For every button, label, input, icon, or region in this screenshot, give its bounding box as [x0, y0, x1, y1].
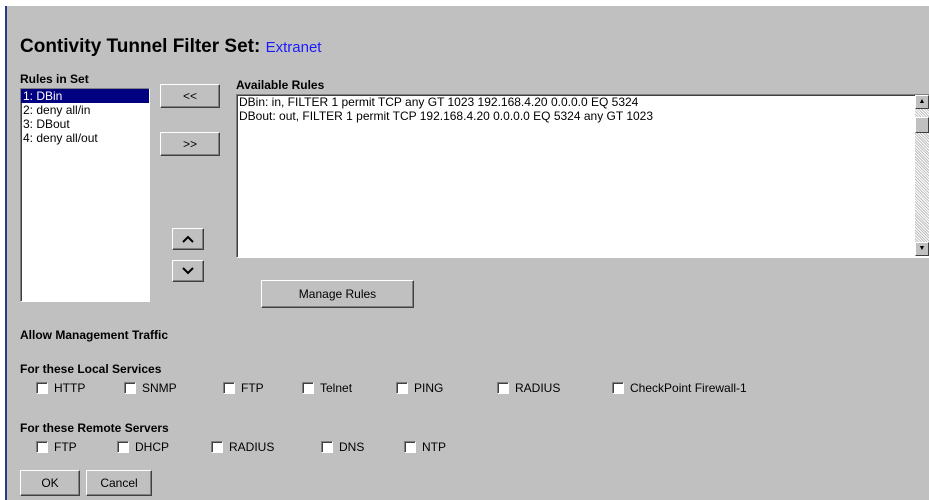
checkbox-label: FTP — [241, 381, 264, 395]
available-rule-item[interactable]: DBin: in, FILTER 1 permit TCP any GT 102… — [237, 95, 929, 109]
remote-servers-heading: For these Remote Servers — [20, 421, 169, 435]
checkbox-box[interactable] — [321, 441, 333, 453]
title-main: Contivity Tunnel Filter Set: — [20, 36, 261, 57]
rules-list-item[interactable]: 3: DBout — [21, 117, 149, 131]
remote-dns-checkbox[interactable]: DNS — [321, 440, 364, 454]
title-filter-set-name: Extranet — [265, 39, 322, 56]
rules-list-item[interactable]: 4: deny all/out — [21, 131, 149, 145]
checkbox-box[interactable] — [497, 382, 509, 394]
checkbox-label: RADIUS — [515, 381, 561, 395]
rules-list-item[interactable]: 1: DBin — [21, 89, 149, 103]
checkbox-box[interactable] — [117, 441, 129, 453]
checkbox-label: HTTP — [54, 381, 86, 395]
cancel-button[interactable]: Cancel — [86, 470, 152, 496]
available-rules-scrollbar[interactable]: ▲ ▼ — [915, 95, 929, 256]
move-down-button[interactable] — [172, 260, 204, 282]
checkbox-box[interactable] — [302, 382, 314, 394]
scroll-up-arrow-icon[interactable]: ▲ — [915, 95, 929, 109]
local-snmp-checkbox[interactable]: SNMP — [124, 381, 177, 395]
available-rule-item[interactable]: DBout: out, FILTER 1 permit TCP 192.168.… — [237, 109, 929, 123]
checkbox-box[interactable] — [211, 441, 223, 453]
allow-management-heading: Allow Management Traffic — [20, 328, 169, 342]
move-up-button[interactable] — [172, 228, 204, 250]
checkbox-box[interactable] — [36, 382, 48, 394]
checkbox-label: SNMP — [142, 381, 177, 395]
available-rules-label: Available Rules — [236, 78, 325, 92]
chevron-up-icon — [182, 235, 194, 243]
checkbox-box[interactable] — [612, 382, 624, 394]
checkbox-label: CheckPoint Firewall-1 — [630, 381, 747, 395]
scroll-down-arrow-icon[interactable]: ▼ — [915, 242, 929, 256]
scroll-thumb[interactable] — [915, 117, 929, 133]
local-ftp-checkbox[interactable]: FTP — [223, 381, 264, 395]
manage-rules-button[interactable]: Manage Rules — [261, 280, 414, 308]
checkbox-label: DHCP — [135, 440, 170, 454]
local-checkpoint-checkbox[interactable]: CheckPoint Firewall-1 — [612, 381, 747, 395]
page-title: Contivity Tunnel Filter Set: Extranet — [20, 36, 321, 58]
local-telnet-checkbox[interactable]: Telnet — [302, 381, 352, 395]
local-ping-checkbox[interactable]: PING — [396, 381, 443, 395]
checkbox-box[interactable] — [404, 441, 416, 453]
checkbox-label: FTP — [54, 440, 77, 454]
rules-list-item[interactable]: 2: deny all/in — [21, 103, 149, 117]
checkbox-box[interactable] — [124, 382, 136, 394]
remote-dhcp-checkbox[interactable]: DHCP — [117, 440, 169, 454]
checkbox-box[interactable] — [36, 441, 48, 453]
rules-in-set-label: Rules in Set — [20, 72, 89, 86]
checkbox-label: NTP — [422, 440, 446, 454]
ok-button[interactable]: OK — [20, 470, 80, 496]
move-right-button[interactable]: >> — [160, 132, 220, 156]
rules-in-set-list[interactable]: 1: DBin 2: deny all/in 3: DBout 4: deny … — [20, 88, 150, 302]
checkbox-box[interactable] — [223, 382, 235, 394]
available-rules-list[interactable]: DBin: in, FILTER 1 permit TCP any GT 102… — [236, 94, 929, 258]
checkbox-label: DNS — [339, 440, 365, 454]
remote-ftp-checkbox[interactable]: FTP — [36, 440, 77, 454]
left-border — [5, 6, 7, 500]
chevron-down-icon — [182, 267, 194, 275]
local-services-heading: For these Local Services — [20, 362, 162, 376]
move-left-button[interactable]: << — [160, 84, 220, 108]
remote-radius-checkbox[interactable]: RADIUS — [211, 440, 274, 454]
local-http-checkbox[interactable]: HTTP — [36, 381, 85, 395]
checkbox-label: RADIUS — [229, 440, 275, 454]
checkbox-box[interactable] — [396, 382, 408, 394]
local-radius-checkbox[interactable]: RADIUS — [497, 381, 560, 395]
checkbox-label: Telnet — [320, 381, 353, 395]
checkbox-label: PING — [414, 381, 444, 395]
remote-ntp-checkbox[interactable]: NTP — [404, 440, 446, 454]
